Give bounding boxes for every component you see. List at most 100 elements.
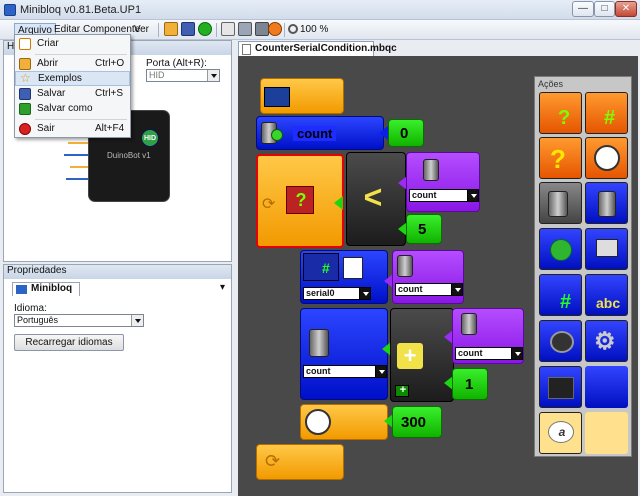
comment-action-icon[interactable]: a — [539, 412, 582, 454]
compare-value-block[interactable]: 5 — [406, 214, 442, 244]
speech-bubble-icon: a — [548, 421, 574, 443]
hash-glyph: # — [604, 107, 616, 129]
document-icon — [242, 44, 251, 55]
variable-icon — [598, 191, 616, 217]
chevron-down-icon[interactable] — [207, 70, 219, 81]
add-var-select[interactable]: count — [455, 347, 523, 360]
sensor-action-icon[interactable] — [585, 228, 628, 270]
serial-number-action-icon[interactable]: # — [539, 274, 582, 316]
add-value-block[interactable]: 1 — [452, 368, 488, 400]
chevron-down-icon[interactable] — [131, 315, 143, 326]
palette-title: Ações — [538, 79, 564, 89]
menu-item-salvar[interactable]: Salvar Ctrl+S — [15, 87, 130, 102]
variable-icon — [461, 313, 477, 335]
port-select[interactable]: HID — [146, 69, 220, 82]
for-action-icon[interactable]: # — [585, 92, 628, 134]
menu-item-abrir[interactable]: Abrir Ctrl+O — [15, 57, 130, 72]
alpha-glyph: a — [558, 425, 566, 439]
start-block[interactable] — [260, 78, 344, 114]
while-block[interactable]: ⟳ ? — [256, 154, 344, 248]
chevron-down-icon[interactable] — [359, 288, 370, 299]
menu-item-criar[interactable]: Criar — [15, 37, 130, 52]
print-var-select[interactable]: count — [395, 283, 463, 296]
variable-name[interactable]: count — [293, 126, 337, 141]
compare-block[interactable]: < — [346, 152, 406, 246]
hash-glyph: # — [560, 291, 572, 313]
language-select-value: Português — [17, 315, 59, 325]
properties-panel: Propriedades Minibloq ▾ Idioma: Portuguê… — [3, 264, 232, 493]
init-value-block[interactable]: 0 — [388, 119, 424, 147]
variable-icon — [548, 191, 568, 217]
chevron-down-icon[interactable] — [467, 190, 478, 201]
menu-item-shortcut: Alt+F4 — [95, 123, 125, 134]
minimize-button[interactable]: — — [572, 1, 594, 17]
chevron-down-icon[interactable] — [451, 284, 462, 295]
maximize-button[interactable]: □ — [594, 1, 615, 17]
toolbar-separator — [284, 23, 285, 37]
delay-action-icon[interactable] — [585, 137, 628, 179]
serial-port-select[interactable]: serial0 — [303, 287, 371, 300]
delay-block[interactable] — [300, 404, 388, 440]
toolbar-separator — [158, 23, 159, 37]
motor-action-icon[interactable] — [539, 228, 582, 270]
board-hid-badge: HID — [141, 129, 159, 147]
language-select[interactable]: Português — [14, 314, 144, 327]
component-icon[interactable] — [238, 22, 252, 36]
variable-icon — [423, 159, 439, 181]
var-set-action-icon[interactable] — [585, 182, 628, 224]
loop-end-block[interactable]: ⟳ — [256, 444, 344, 480]
reload-languages-button[interactable]: Recarregar idiomas — [14, 334, 124, 351]
chevron-down-icon[interactable] — [511, 348, 522, 359]
chevron-down-icon[interactable] — [375, 366, 386, 377]
menu-ver[interactable]: Ver — [131, 23, 152, 37]
tab-countersericalcondition[interactable]: CounterSerialCondition.mbqc — [238, 41, 397, 56]
compare-var-select[interactable]: count — [409, 189, 479, 202]
settings-action-icon[interactable]: ⚙ — [585, 320, 628, 362]
delay-value-block[interactable]: 300 — [392, 406, 442, 438]
connector-arrow — [334, 196, 343, 210]
if-action-icon[interactable]: ? — [539, 137, 582, 179]
var-init-action-icon[interactable] — [539, 182, 582, 224]
menu-item-exemplos[interactable]: ☆ Exemplos — [15, 71, 130, 86]
panel-menu-icon[interactable]: ▾ — [220, 282, 225, 293]
zoom-level[interactable]: 100 % — [300, 24, 328, 35]
menu-item-label: Salvar como — [37, 103, 93, 114]
serial-print-block[interactable]: # serial0 — [300, 250, 388, 304]
menu-item-label: Abrir — [37, 58, 59, 69]
app-logo-icon — [4, 4, 16, 16]
menu-item-sair[interactable]: Sair Alt+F4 — [15, 122, 130, 137]
loop-icon: ⟳ — [262, 196, 276, 213]
run-icon[interactable] — [198, 22, 212, 36]
speaker-action-icon[interactable] — [539, 320, 582, 362]
add-operator: + — [403, 343, 417, 368]
assign-block[interactable]: count — [300, 308, 388, 400]
select-value: count — [412, 190, 437, 200]
speaker-icon — [550, 331, 574, 353]
print-var-block[interactable]: count — [392, 250, 464, 304]
assign-var-select[interactable]: count — [303, 365, 387, 378]
zoom-icon[interactable] — [288, 24, 298, 34]
help-icon[interactable] — [268, 22, 282, 36]
servo-action-icon[interactable] — [539, 366, 582, 408]
close-button[interactable]: ✕ — [615, 1, 637, 17]
menu-separator — [35, 119, 127, 120]
palette-empty-slot — [585, 412, 628, 454]
add-var-block[interactable]: count — [452, 308, 524, 364]
servo-icon — [548, 377, 574, 399]
editor-tab-label: CounterSerialCondition.mbqc — [255, 43, 397, 54]
save-icon[interactable] — [181, 22, 195, 36]
menu-item-salvar-como[interactable]: Salvar como — [15, 102, 130, 117]
edit-icon[interactable] — [221, 22, 235, 36]
variable-init-block[interactable]: count — [256, 116, 384, 150]
compare-var-block[interactable]: count — [406, 152, 480, 212]
tab-minibloq[interactable]: Minibloq — [12, 282, 80, 296]
open-folder-icon[interactable] — [164, 22, 178, 36]
variable-icon — [397, 255, 413, 277]
language-label: Idioma: — [14, 303, 47, 314]
snowflake-icon — [271, 129, 283, 141]
while-action-icon[interactable]: ? — [539, 92, 582, 134]
question-glyph: ? — [295, 190, 307, 210]
question-glyph: ? — [558, 107, 571, 129]
serial-text-action-icon[interactable]: abc — [585, 274, 628, 316]
terminal-icon[interactable] — [255, 22, 269, 36]
